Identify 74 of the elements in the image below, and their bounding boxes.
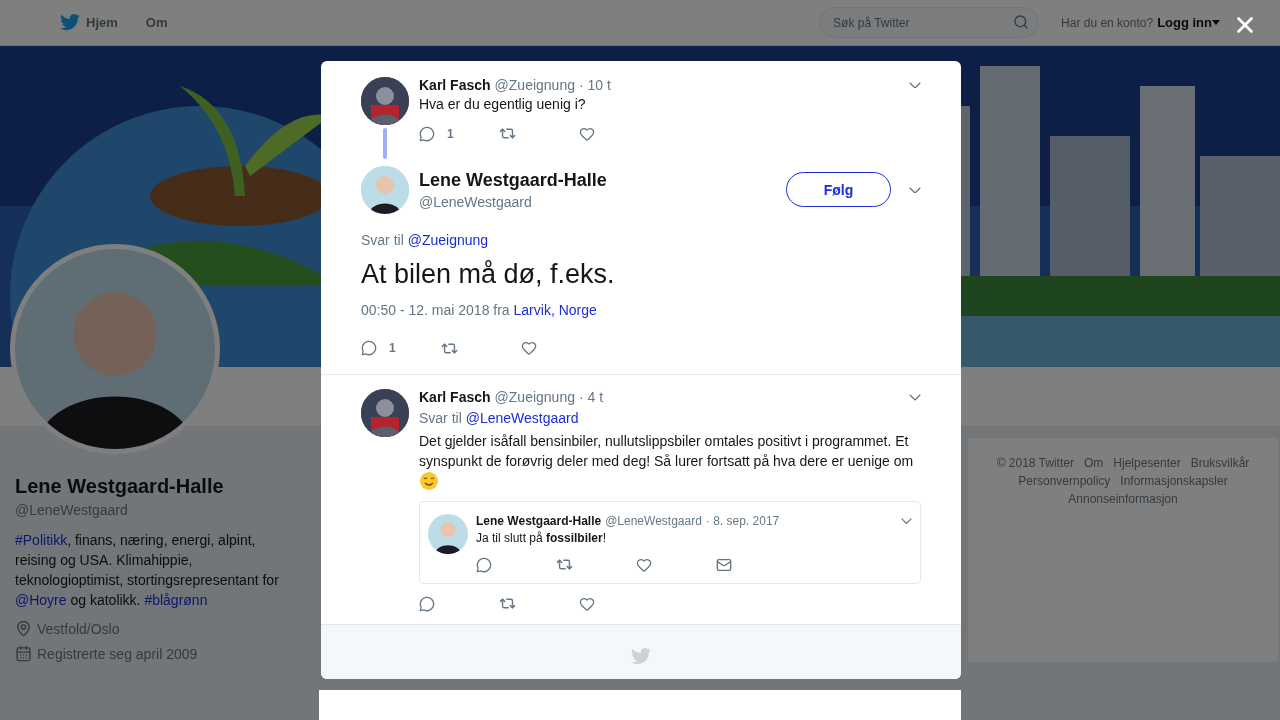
footer-link[interactable]: Annonseinformasjon [1068, 490, 1178, 508]
more-button[interactable] [909, 81, 921, 89]
footer-link[interactable]: Bruksvilkår [1190, 454, 1250, 472]
thread-line [383, 127, 387, 159]
reply-count: 1 [389, 341, 396, 356]
profile-joined: Registrerte seg april 2009 [37, 645, 198, 662]
chevron-icon [909, 394, 921, 401]
nav-link[interactable]: Hjem [60, 14, 118, 31]
bird-icon [60, 14, 80, 31]
user-avatar [361, 77, 409, 125]
tweet-text: Hva er du egentlig uenig i? [419, 95, 587, 114]
reply-icon [476, 556, 492, 573]
location-icon [15, 620, 32, 637]
chevron-icon [909, 186, 921, 194]
author-name: Karl Fasch [419, 77, 491, 93]
author-handle: @Zueignung [494, 77, 575, 93]
heart-icon [579, 595, 595, 612]
more-button[interactable] [909, 186, 921, 194]
login-link[interactable]: Logg inn [1157, 15, 1220, 30]
footer-link[interactable]: Hjelpesenter [1113, 454, 1181, 472]
reply-count: 1 [447, 126, 454, 141]
more-button[interactable] [901, 518, 912, 525]
user-avatar [361, 165, 409, 214]
reply-context: Svar til @LeneWestgaard [419, 410, 580, 427]
mention-link[interactable]: @LeneWestgaard [465, 410, 579, 427]
tweet-text: Ja til slutt på fossilbiler! [476, 530, 608, 547]
author-name: Lene Westgaard-Halle [419, 169, 607, 191]
author-handle: @LeneWestgaard [419, 193, 533, 210]
reply-icon [361, 340, 377, 357]
user-avatar [361, 389, 409, 438]
author-name: Karl Fasch [419, 389, 491, 406]
caret-icon [1212, 20, 1220, 25]
tweet-time: · 4 t [579, 389, 604, 406]
heart-icon [521, 340, 537, 357]
footer-link[interactable]: © 2018 Twitter [996, 454, 1074, 472]
tweet-time: · 8. sep. 2017 [705, 514, 780, 529]
bio-link[interactable]: #blågrønn [144, 592, 208, 608]
search-icon [1013, 14, 1030, 30]
quoted-tweet[interactable]: Lene Westgaard-Halle @LeneWestgaard · 8. sep. 2017 Ja til slutt på fossilbiler! [419, 501, 921, 584]
reply-context: Svar til @Zueignung [361, 231, 490, 248]
login-prompt: Har du en konto? [1061, 15, 1154, 30]
search-field[interactable]: Søk på Twitter [819, 7, 1040, 38]
reply-button[interactable]: 1 [419, 125, 499, 142]
author-handle: @Zueignung [494, 389, 575, 406]
author-handle: @LeneWestgaard [605, 514, 702, 529]
reply-icon [419, 125, 435, 142]
nav-link[interactable]: Om [145, 15, 168, 30]
footer-link[interactable]: Informasjonskapsler [1120, 472, 1228, 490]
footer-link[interactable]: Personvernpolicy [1018, 472, 1111, 490]
bird-icon [631, 647, 651, 665]
user-avatar [428, 514, 468, 555]
mention-link[interactable]: @Zueignung [407, 231, 489, 248]
author-name: Lene Westgaard-Halle [476, 514, 602, 529]
profile-name: Lene Westgaard-Halle [15, 475, 225, 498]
tweet-text: At bilen må dø, f.eks. [361, 257, 616, 291]
bio-link[interactable]: @Hoyre [15, 592, 67, 608]
footer-link[interactable]: Om [1083, 454, 1104, 472]
chevron-icon [909, 81, 921, 89]
reply-icon [419, 595, 435, 612]
follow-button[interactable]: Følg [786, 172, 891, 208]
profile-bio: #Politikk, finans, næring, energi, alpint, reising og USA. Klimahippie, teknologioptimist, stortingsrepresentant for @Hoyre og katolikk. #blågrønn [15, 531, 280, 610]
tweet-time: · 10 t [579, 77, 611, 93]
profile-handle: @LeneWestgaard [15, 502, 129, 518]
heart-icon [579, 125, 595, 142]
place-link[interactable]: Larvik, Norge [513, 302, 597, 319]
profile-location: Vestfold/Oslo [37, 620, 120, 637]
calendar-icon [15, 645, 32, 662]
chevron-icon [901, 518, 912, 525]
heart-icon [636, 556, 652, 573]
tweet-timestamp: 00:50 - 12. mai 2018 fra Larvik, Norge [361, 302, 598, 319]
mail-icon [716, 556, 732, 573]
tweet-text: Det gjelder isåfall bensinbiler, nullutslippsbiler omtales positivt i programmet. Et synspunkt de forøvrig deler med deg! Så lurer fortsatt på hva dere er uenige om [419, 432, 915, 472]
reply-button[interactable]: 1 [361, 340, 441, 357]
more-button[interactable] [909, 394, 921, 401]
